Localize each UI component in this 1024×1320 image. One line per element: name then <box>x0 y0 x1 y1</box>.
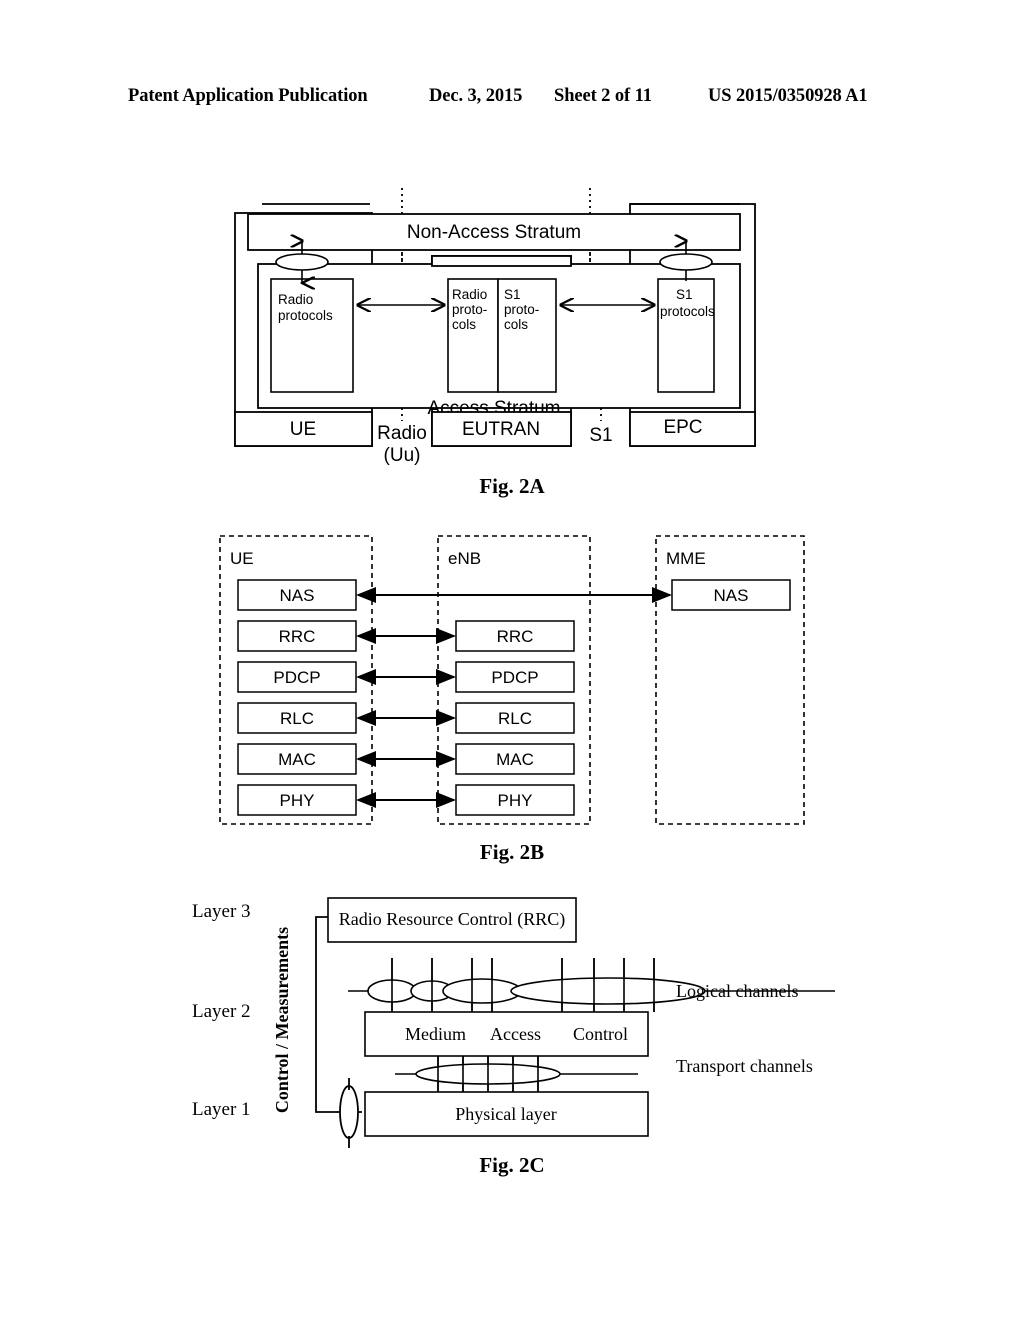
enb-mac-label: MAC <box>496 750 534 769</box>
enb-radio-protocols-line2: proto- <box>452 302 487 317</box>
epc-s1-protocols-line2: protocols <box>660 304 715 319</box>
header-publication-number: US 2015/0350928 A1 <box>708 86 868 106</box>
ue-label: UE <box>290 419 316 440</box>
layer-3-label: Layer 3 <box>192 901 251 922</box>
mme-dashed-container <box>655 535 805 825</box>
s1-interface-label: S1 <box>589 425 612 446</box>
header-publication-title: Patent Application Publication <box>128 86 368 106</box>
radio-interface-label-line1: Radio <box>377 423 427 444</box>
mme-layer-stack: NAS <box>671 579 791 611</box>
ue-radio-protocols-label-line2: protocols <box>278 308 333 323</box>
header-date: Dec. 3, 2015 <box>429 86 523 106</box>
ue-nas-label: NAS <box>280 586 315 605</box>
ue-radio-protocols-label-line1: Radio <box>278 292 313 307</box>
figure-2a: Non-Access Stratum Access Stratum Radio … <box>234 188 756 466</box>
enb-phy-label: PHY <box>498 791 533 810</box>
mme-nas-label: NAS <box>714 586 749 605</box>
control-measurements-label: Control / Measurements <box>272 927 292 1113</box>
mac-word-access: Access <box>490 1024 541 1044</box>
radio-interface-label-line2: (Uu) <box>384 445 421 466</box>
mme-column-label: MME <box>666 549 706 568</box>
enb-layer-stack: RRC PDCP RLC MAC PHY <box>455 620 575 816</box>
enb-s1-protocols-line2: proto- <box>504 302 539 317</box>
ue-pdcp-label: PDCP <box>273 668 320 687</box>
logical-channel-sap-3 <box>442 978 522 1004</box>
enb-radio-protocols-line1: Radio <box>452 287 487 302</box>
mac-word-control: Control <box>573 1024 628 1044</box>
figure-2b: UE eNB MME NAS RRC PDCP RLC MAC PHY RRC … <box>219 535 805 825</box>
rrc-label: Radio Resource Control (RRC) <box>339 909 565 930</box>
enb-rrc-label: RRC <box>497 627 534 646</box>
ue-rrc-label: RRC <box>279 627 316 646</box>
figure-2c: Layer 3 Layer 2 Layer 1 Control / Measur… <box>192 897 835 1148</box>
header-sheet-number: Sheet 2 of 11 <box>554 86 652 106</box>
page-header: Patent Application Publication Dec. 3, 2… <box>0 86 1024 112</box>
ue-nas-sap-ellipse <box>275 253 329 271</box>
epc-s1-protocols-line1: S1 <box>676 287 693 302</box>
eutran-nas-passthrough <box>431 255 572 267</box>
layer-1-label: Layer 1 <box>192 1099 251 1120</box>
layer-2-label: Layer 2 <box>192 1001 251 1022</box>
eutran-label: EUTRAN <box>462 419 540 440</box>
logical-channels-label: Logical channels <box>676 981 798 1001</box>
epc-label: EPC <box>663 417 702 438</box>
control-bus-path <box>315 916 362 1113</box>
layer1-control-sap-ellipse <box>339 1085 359 1139</box>
mac-word-medium: Medium <box>405 1024 466 1044</box>
non-access-stratum-label: Non-Access Stratum <box>407 222 581 243</box>
figure-2a-caption: Fig. 2A <box>479 474 545 498</box>
figure-2b-caption: Fig. 2B <box>479 840 545 864</box>
transport-channels-label: Transport channels <box>676 1056 813 1076</box>
ue-mac-label: MAC <box>278 750 316 769</box>
enb-column-label: eNB <box>448 549 481 568</box>
ue-phy-label: PHY <box>280 791 315 810</box>
physical-layer-label: Physical layer <box>455 1104 556 1124</box>
enb-rlc-label: RLC <box>498 709 532 728</box>
epc-nas-sap-ellipse <box>659 253 713 271</box>
enb-pdcp-label: PDCP <box>491 668 538 687</box>
ue-rlc-label: RLC <box>280 709 314 728</box>
enb-s1-protocols-line3: cols <box>504 317 528 332</box>
figure-2c-caption: Fig. 2C <box>479 1153 545 1177</box>
ue-column-label: UE <box>230 549 254 568</box>
patent-page: Patent Application Publication Dec. 3, 2… <box>0 0 1024 1320</box>
ue-layer-stack: NAS RRC PDCP RLC MAC PHY <box>237 579 357 816</box>
enb-radio-protocols-line3: cols <box>452 317 476 332</box>
enb-s1-protocols-line1: S1 <box>504 287 521 302</box>
